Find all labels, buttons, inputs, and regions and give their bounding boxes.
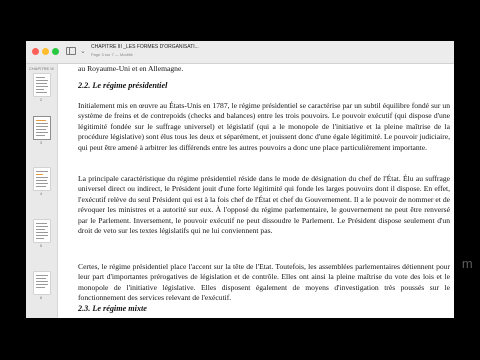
page-thumbnail[interactable] — [34, 74, 50, 96]
section-heading-presidentiel: 2.2. Le régime présidentiel — [78, 81, 168, 90]
thumbnail-number: 5 — [40, 244, 42, 248]
chevron-down-icon[interactable]: ⌄ — [80, 46, 86, 57]
thumbnail-number: 4 — [40, 192, 42, 196]
sidebar-toggle-icon[interactable] — [66, 46, 78, 57]
paragraph-3: Certes, le régime présidentiel place l'a… — [78, 262, 450, 303]
close-window-button[interactable] — [32, 48, 39, 55]
document-page[interactable]: au Royaume-Uni et en Allemagne. 2.2. Le … — [58, 64, 454, 318]
document-subtitle: Page 3 sur 7 — Modifié — [91, 52, 133, 57]
thumbnail-sidebar: CHAPITRE III 2 3 4 5 6 — [26, 64, 58, 318]
thumbnail-number: 3 — [40, 141, 42, 145]
preview-window: ⌄ CHAPITRE III _LES FORMES D'ORGANISATI.… — [26, 41, 454, 318]
section-heading-mixte: 2.3. Le régime mixte — [78, 304, 147, 313]
page-thumbnail[interactable] — [34, 220, 50, 242]
paragraph-2: La principale caractéristique du régime … — [78, 174, 450, 236]
page-thumbnail[interactable] — [34, 168, 50, 190]
zoom-window-button[interactable] — [52, 48, 59, 55]
top-line: au Royaume-Uni et en Allemagne. — [78, 64, 184, 73]
window-titlebar: ⌄ CHAPITRE III _LES FORMES D'ORGANISATI.… — [26, 41, 454, 64]
page-thumbnail[interactable] — [34, 272, 50, 294]
thumbnail-number: 2 — [40, 98, 42, 102]
document-title: CHAPITRE III _LES FORMES D'ORGANISATI... — [91, 44, 199, 50]
page-thumbnail-selected[interactable] — [34, 117, 50, 139]
minimize-window-button[interactable] — [42, 48, 49, 55]
thumbnail-number: 6 — [40, 296, 42, 300]
paragraph-1: Initialement mis en œuvre au États-Unis … — [78, 101, 450, 152]
watermark-text: m — [461, 256, 473, 271]
sidebar-header: CHAPITRE III — [29, 66, 54, 71]
